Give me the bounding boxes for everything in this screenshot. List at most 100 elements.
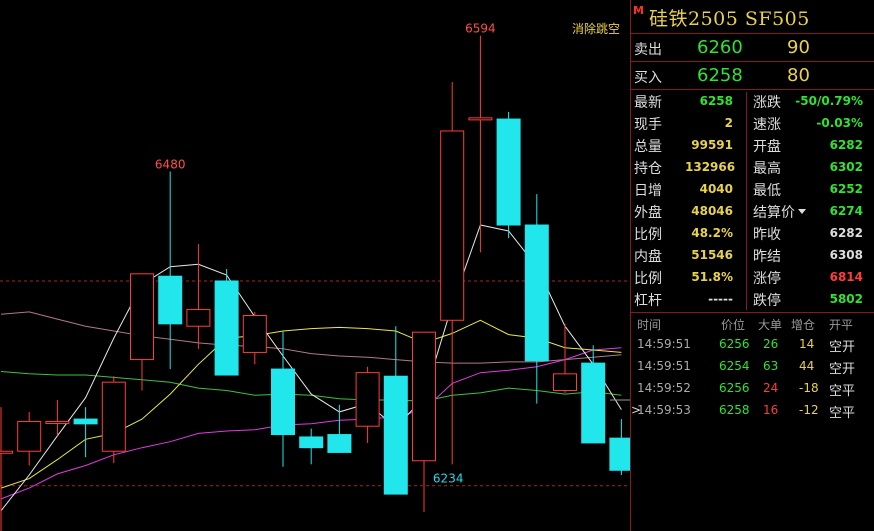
stat-value: 6258 <box>699 94 733 108</box>
candle-body <box>412 331 436 462</box>
divider <box>631 61 874 62</box>
tape-big: 26 <box>763 337 779 351</box>
tape-big: 24 <box>763 381 779 395</box>
stat-label: 结算价 <box>753 205 795 221</box>
stat-value: 5802 <box>829 292 863 306</box>
stat-value: 2 <box>724 116 733 130</box>
stat-value: 132966 <box>685 160 736 174</box>
tape-time: 14:59:53 <box>637 403 691 417</box>
candle-body <box>355 372 380 427</box>
buy-price: 6258 <box>697 65 743 86</box>
tape-big: 16 <box>763 403 779 417</box>
candle-body <box>73 418 98 425</box>
stat-value: 51546 <box>691 248 733 262</box>
stat-label: 外盘 <box>634 205 662 221</box>
candles <box>0 35 630 531</box>
stat-value: 6308 <box>829 248 863 262</box>
divider <box>631 33 874 34</box>
tape-row[interactable]: >14:59:53 6258 16 -12 空平 <box>631 400 874 422</box>
stat-label: 最新 <box>634 95 662 111</box>
contract-title: 硅铁2505 SF505 <box>649 8 810 30</box>
tape-price: 6256 <box>719 337 750 351</box>
stat-value: 99591 <box>691 138 733 152</box>
stat-label: 最高 <box>753 161 781 177</box>
tape-type: 空开 <box>829 362 856 377</box>
stat-label: 比例 <box>634 227 662 243</box>
stat-value: 6302 <box>829 160 863 174</box>
stat-row: 总量 99591 开盘 6282 <box>631 134 874 156</box>
tape-header-type: 开平 <box>829 318 854 332</box>
sell-row[interactable]: 卖出 6260 90 <box>631 35 874 61</box>
candle-body <box>101 381 126 452</box>
corner-label[interactable]: 消除跳空 <box>572 21 620 36</box>
title-row: M 硅铁2505 SF505 <box>631 0 874 34</box>
stat-value: 48046 <box>691 204 733 218</box>
tape-chg: -18 <box>799 381 819 395</box>
candle-body <box>271 368 295 436</box>
divider <box>631 312 874 313</box>
stat-label: 现手 <box>634 117 662 133</box>
tape-chg: 14 <box>799 337 815 351</box>
candle-body <box>186 309 211 327</box>
stat-label: 比例 <box>634 271 662 287</box>
candle-body <box>17 420 42 452</box>
stat-value: 6814 <box>829 270 863 284</box>
stat-label: 最低 <box>753 183 781 199</box>
stat-value: -0.03% <box>816 116 863 130</box>
price-annotation: 6234 <box>433 471 464 485</box>
buy-row[interactable]: 买入 6258 80 <box>631 63 874 89</box>
tape-row[interactable]: 14:59:52 6256 24 -18 空平 <box>631 378 874 400</box>
stat-label: 开盘 <box>753 139 781 155</box>
candle-body <box>327 434 352 453</box>
stat-label: 杠杆 <box>634 293 662 309</box>
candle-body <box>242 315 267 353</box>
candle-body <box>130 273 154 361</box>
buy-volume: 80 <box>787 65 810 86</box>
stat-value: 4040 <box>699 182 733 196</box>
stat-value: ----- <box>708 292 733 306</box>
candle-body <box>214 280 239 376</box>
tape-header-price: 价位 <box>721 318 746 332</box>
tape-type: 空平 <box>829 384 856 399</box>
tape-chg: 44 <box>799 359 815 373</box>
candle-body <box>0 450 13 454</box>
stat-label: 持仓 <box>634 161 662 177</box>
stat-row: 比例 48.2% 昨收 6282 <box>631 222 874 244</box>
stat-label: 昨结 <box>753 249 781 265</box>
candle-body <box>553 373 577 392</box>
tape-row[interactable]: 14:59:51 6254 63 44 空开 <box>631 356 874 378</box>
stat-row: 比例 51.8% 涨停 6814 <box>631 266 874 288</box>
stat-label: 涨停 <box>753 271 781 287</box>
price-annotation: 6480 <box>155 157 186 171</box>
tape-header-time: 时间 <box>637 318 662 332</box>
stat-value: 6282 <box>829 226 863 240</box>
stat-label: 日增 <box>634 183 662 199</box>
candle-body <box>45 420 70 424</box>
stat-label: 内盘 <box>634 249 662 265</box>
tape-time: 14:59:52 <box>637 381 691 395</box>
candle-body <box>440 130 465 321</box>
tape-header-chg: 增仓 <box>791 318 816 332</box>
stat-value: 51.8% <box>691 270 733 284</box>
candle-body <box>609 437 630 471</box>
stat-value: 6252 <box>829 182 863 196</box>
stat-row: 持仓 132966 最高 6302 <box>631 156 874 178</box>
candlestick-chart[interactable]: 6480 6594 6234 消除跳空 <box>0 0 630 531</box>
stat-row: 内盘 51546 昨结 6308 <box>631 244 874 266</box>
tape-time: 14:59:51 <box>637 337 691 351</box>
stat-row: 日增 4040 最低 6252 <box>631 178 874 200</box>
price-annotation: 6594 <box>465 22 496 36</box>
sell-price: 6260 <box>697 37 743 58</box>
stat-label: 昨收 <box>753 227 781 243</box>
tape-row[interactable]: 14:59:51 6256 26 14 空开 <box>631 334 874 356</box>
stat-value: -50/0.79% <box>795 94 863 108</box>
stat-row: 最新 6258 涨跌 -50/0.79% <box>631 90 874 112</box>
stat-value: 48.2% <box>691 226 733 240</box>
tape-header-big: 大单 <box>758 318 783 332</box>
candle-body <box>581 362 606 444</box>
stat-value: 6282 <box>829 138 863 152</box>
m-badge: M <box>633 4 644 17</box>
stat-row: 外盘 48046 结算价 6274 <box>631 200 874 222</box>
tape-price: 6258 <box>719 403 750 417</box>
candle-body <box>524 224 549 362</box>
